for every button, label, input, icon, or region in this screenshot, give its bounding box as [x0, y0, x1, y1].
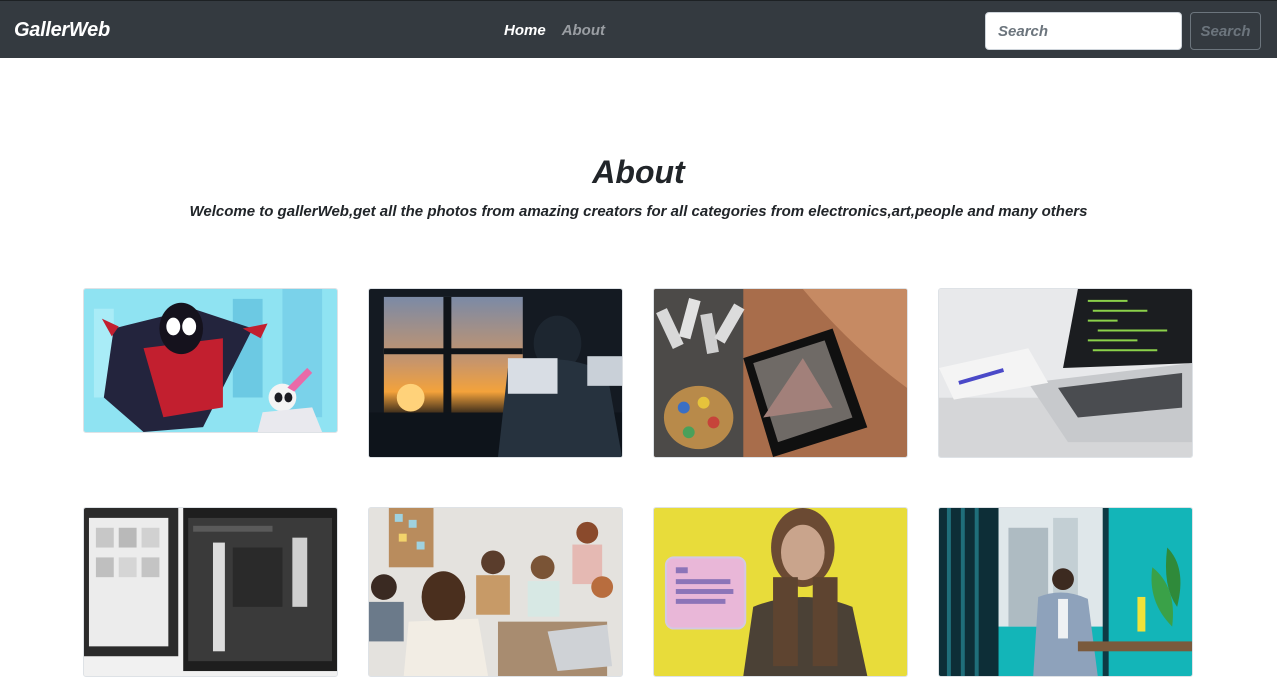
page-title: About — [592, 154, 685, 190]
gallery-image-painting-supplies[interactable] — [653, 288, 908, 458]
gallery-image-spiderverse[interactable] — [83, 288, 338, 433]
search-button[interactable]: Search — [1190, 12, 1261, 50]
gallery-image-laptop-code[interactable] — [938, 288, 1193, 458]
nav-links: Home About — [504, 21, 605, 41]
page-subtitle: Welcome to gallerWeb,get all the photos … — [189, 203, 1088, 220]
nav-link-about[interactable]: About — [562, 21, 605, 41]
gallery-image-woman-note[interactable] — [653, 507, 908, 677]
gallery-image-businessman-office[interactable] — [938, 507, 1193, 677]
gallery-image-team-meeting[interactable] — [368, 507, 623, 677]
brand-logo[interactable]: GallerWeb — [14, 18, 110, 42]
gallery-image-sunset-workspace[interactable] — [368, 288, 623, 458]
gallery-image-monitor-desk[interactable] — [83, 507, 338, 677]
navbar: GallerWeb Home About Search — [0, 0, 1277, 58]
search-input[interactable] — [985, 12, 1182, 50]
nav-link-home[interactable]: Home — [504, 21, 546, 41]
